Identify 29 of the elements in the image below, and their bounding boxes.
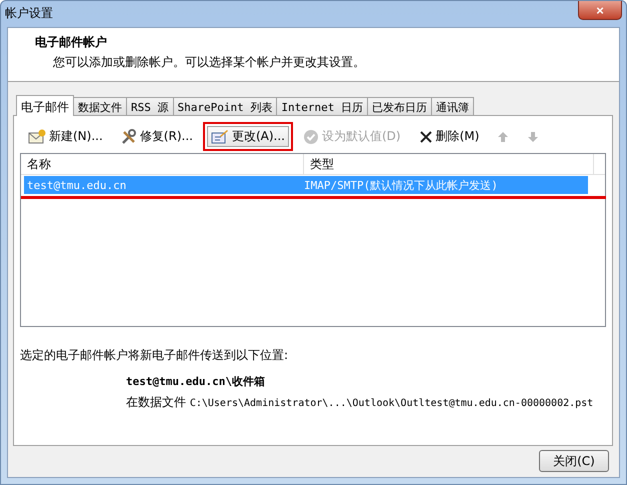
toolbar-button[interactable]: 新建(N)... (24, 126, 107, 147)
column-header[interactable]: 类型 (304, 154, 594, 174)
section-title: 电子邮件帐户 (35, 34, 108, 51)
envelope-icon (28, 128, 46, 144)
tab[interactable]: 电子邮件 (16, 95, 74, 116)
delivery-caption: 选定的电子邮件帐户将新电子邮件传送到以下位置: (20, 347, 290, 364)
close-dialog-button[interactable]: 关闭(C) (539, 450, 609, 472)
toolbar-button[interactable]: 删除(M) (414, 126, 484, 147)
edit-card-icon (210, 128, 229, 144)
section-description: 您可以添加或删除帐户。可以选择某个帐户并更改其设置。 (52, 54, 366, 71)
tab[interactable]: RSS 源 (126, 97, 174, 115)
tab[interactable]: SharePoint 列表 (172, 97, 278, 115)
data-file-path: C:\Users\Administrator\...\Outlook\Outltest@tmu.edu.cn-00000002.pst (190, 398, 594, 409)
check-circle-icon (302, 128, 319, 144)
table-cell-text: test@tmu.edu.cn (26, 178, 128, 192)
delete-icon (418, 130, 433, 144)
tab[interactable]: 通讯簿 (430, 97, 474, 115)
path-label: 在数据文件 (126, 395, 186, 409)
delivery-folder: test@tmu.edu.cn\收件箱 (126, 374, 266, 389)
down-arrow-icon (527, 130, 540, 142)
tools-icon (120, 128, 137, 144)
column-header[interactable]: 名称 (21, 154, 304, 174)
tab[interactable]: 数据文件 (73, 97, 127, 115)
toolbar-button[interactable]: 修复(R)... (116, 126, 197, 147)
up-arrow-icon (497, 130, 510, 142)
tab[interactable]: Internet 日历 (276, 97, 368, 115)
table-cell: IMAP/SMTP(默认情况下从此帐户发送) (304, 178, 498, 192)
window-title: 帐户设置 (5, 5, 53, 22)
tab[interactable]: 已发布日历 (366, 97, 432, 115)
